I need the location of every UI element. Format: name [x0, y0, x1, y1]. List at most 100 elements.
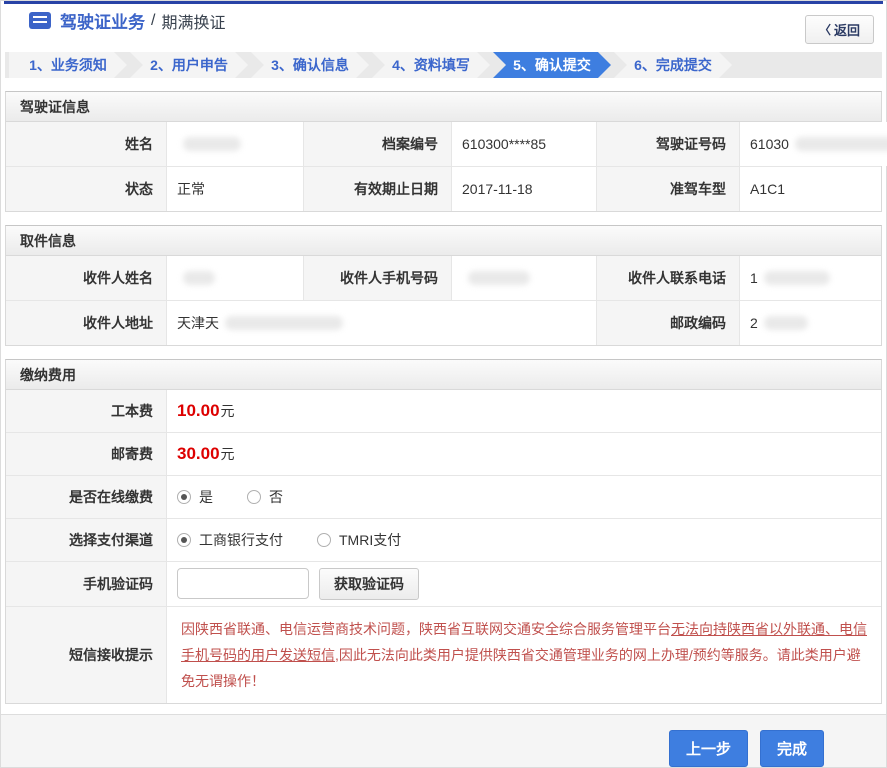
- online-pay-options: 是 否: [166, 475, 881, 518]
- fees-section: 缴纳费用 工本费 10.00 元 邮寄费 30.00 元 是否在线缴费 是 否 …: [5, 358, 882, 704]
- table-row: 收件人地址 天津天 邮政编码 2: [6, 299, 881, 345]
- table-row: 是否在线缴费 是 否: [6, 474, 881, 518]
- sms-code-label: 手机验证码: [6, 561, 166, 606]
- prev-step-button[interactable]: 上一步: [668, 729, 748, 767]
- postcode-prefix: 2: [750, 314, 758, 331]
- redacted-recipient-name: [183, 270, 215, 285]
- table-row: 收件人姓名 收件人手机号码 收件人联系电话 1: [6, 255, 881, 300]
- table-row: 选择支付渠道 工商银行支付 TMRI支付: [6, 517, 881, 561]
- step-tab-5-active[interactable]: 5、确认提交: [493, 52, 611, 78]
- work-fee-label: 工本费: [6, 389, 166, 432]
- footer-actions: 上一步 完成: [1, 714, 886, 767]
- channel-tmri-label: TMRI支付: [339, 531, 402, 548]
- radio-unselected-icon[interactable]: [247, 489, 261, 504]
- pay-channel-options: 工商银行支付 TMRI支付: [166, 518, 881, 561]
- vehicle-class-value: A1C1: [739, 166, 881, 211]
- table-row: 姓名 档案编号 610300****85 驾驶证号码 61030 X: [6, 121, 887, 166]
- pay-channel-label: 选择支付渠道: [6, 518, 166, 561]
- expiry-value: 2017-11-18: [451, 166, 596, 211]
- channel-icbc-label: 工商银行支付: [199, 531, 283, 548]
- post-fee-label: 邮寄费: [6, 432, 166, 475]
- post-fee-amount: 30.00: [177, 443, 220, 463]
- table-row: 短信接收提示 因陕西省联通、电信运营商技术问题，陕西省互联网交通安全综合服务管理…: [6, 605, 881, 703]
- radio-selected-icon[interactable]: [177, 532, 191, 547]
- license-no-label: 驾驶证号码: [596, 121, 739, 166]
- work-fee-unit: 元: [220, 402, 235, 419]
- pickup-section-title: 取件信息: [6, 225, 881, 256]
- name-label: 姓名: [6, 121, 166, 166]
- recipient-name-label: 收件人姓名: [6, 255, 166, 300]
- redacted-address: [225, 315, 343, 330]
- sms-code-input[interactable]: [177, 568, 309, 600]
- fees-section-title: 缴纳费用: [6, 359, 881, 390]
- table-row: 工本费 10.00 元: [6, 389, 881, 432]
- redacted-name: [183, 136, 241, 151]
- recipient-mobile-value: [451, 255, 596, 300]
- step-tab-3[interactable]: 3、确认信息: [251, 52, 369, 78]
- step-tab-1[interactable]: 1、业务须知: [9, 52, 127, 78]
- license-info-section: 驾驶证信息 姓名 档案编号 610300****85 驾驶证号码 61030 X…: [5, 90, 887, 212]
- step-tab-4[interactable]: 4、资料填写: [372, 52, 490, 78]
- page-title: 驾驶证业务: [60, 13, 145, 33]
- channel-icbc-option[interactable]: 工商银行支付: [177, 530, 283, 550]
- header: 驾驶证业务 / 期满换证 〈 返回: [1, 4, 886, 44]
- online-pay-yes-option[interactable]: 是: [177, 487, 213, 507]
- radio-selected-icon[interactable]: [177, 489, 191, 504]
- sms-notice-text: 因陕西省联通、电信运营商技术问题，陕西省互联网交通安全综合服务管理平台无法向持陕…: [166, 606, 881, 703]
- table-row: 状态 正常 有效期止日期 2017-11-18 准驾车型 A1C1: [6, 165, 881, 211]
- pickup-info-section: 取件信息 收件人姓名 收件人手机号码 收件人联系电话 1 收件人地址 天津天 邮…: [5, 224, 882, 346]
- table-row: 手机验证码 获取验证码: [6, 560, 881, 606]
- post-fee-value: 30.00 元: [166, 432, 881, 475]
- online-pay-no-label: 否: [269, 488, 283, 505]
- back-button[interactable]: 〈 返回: [804, 14, 874, 44]
- address-value: 天津天: [166, 300, 596, 345]
- step-tab-6[interactable]: 6、完成提交: [614, 52, 732, 78]
- post-fee-unit: 元: [220, 445, 235, 462]
- work-fee-amount: 10.00: [177, 400, 220, 420]
- main-content: 驾驶证信息 姓名 档案编号 610300****85 驾驶证号码 61030 X…: [1, 77, 887, 715]
- vehicle-class-label: 准驾车型: [596, 166, 739, 211]
- name-value: [166, 121, 303, 166]
- license-section-title: 驾驶证信息: [6, 91, 881, 122]
- step-tab-2[interactable]: 2、用户申告: [130, 52, 248, 78]
- redacted-recipient-phone: [763, 270, 830, 285]
- breadcrumb-current: 期满换证: [161, 14, 226, 32]
- status-value: 正常: [166, 166, 303, 211]
- online-pay-label: 是否在线缴费: [6, 475, 166, 518]
- postcode-label: 邮政编码: [596, 300, 739, 345]
- online-pay-no-option[interactable]: 否: [247, 487, 283, 507]
- file-no-label: 档案编号: [303, 121, 451, 166]
- postcode-value: 2: [739, 300, 881, 345]
- channel-tmri-option[interactable]: TMRI支付: [317, 530, 401, 550]
- address-label: 收件人地址: [6, 300, 166, 345]
- recipient-phone-label: 收件人联系电话: [596, 255, 739, 300]
- recipient-name-value: [166, 255, 303, 300]
- file-no-value: 610300****85: [451, 121, 596, 166]
- online-pay-yes-label: 是: [199, 488, 213, 505]
- sms-code-field-cell: 获取验证码: [166, 561, 881, 606]
- status-label: 状态: [6, 166, 166, 211]
- redacted-postcode: [763, 315, 808, 330]
- get-code-button[interactable]: 获取验证码: [319, 567, 419, 600]
- breadcrumb-separator: /: [151, 11, 156, 29]
- expiry-label: 有效期止日期: [303, 166, 451, 211]
- redacted-license-no: [794, 136, 887, 151]
- notice-part-1: 因陕西省联通、电信运营商技术问题，陕西省互联网交通安全综合服务管理平台: [181, 620, 671, 637]
- back-chevron-icon: 〈: [818, 22, 831, 37]
- table-row: 邮寄费 30.00 元: [6, 431, 881, 475]
- radio-unselected-icon[interactable]: [317, 532, 331, 547]
- redacted-recipient-mobile: [468, 270, 530, 285]
- recipient-phone-prefix: 1: [750, 269, 758, 286]
- recipient-phone-value: 1: [739, 255, 881, 300]
- address-prefix: 天津天: [177, 314, 219, 331]
- step-tabs: 1、业务须知 2、用户申告 3、确认信息 4、资料填写 5、确认提交 6、完成提…: [5, 51, 882, 78]
- work-fee-value: 10.00 元: [166, 389, 881, 432]
- recipient-mobile-label: 收件人手机号码: [303, 255, 451, 300]
- page: 驾驶证业务 / 期满换证 〈 返回 1、业务须知 2、用户申告 3、确认信息 4…: [0, 0, 887, 768]
- license-no-value: 61030 X: [739, 121, 887, 166]
- form-list-icon: [29, 12, 51, 30]
- sms-notice-label: 短信接收提示: [6, 606, 166, 703]
- license-no-prefix: 61030: [750, 135, 789, 152]
- back-button-label: 返回: [833, 22, 860, 38]
- finish-button[interactable]: 完成: [759, 729, 824, 767]
